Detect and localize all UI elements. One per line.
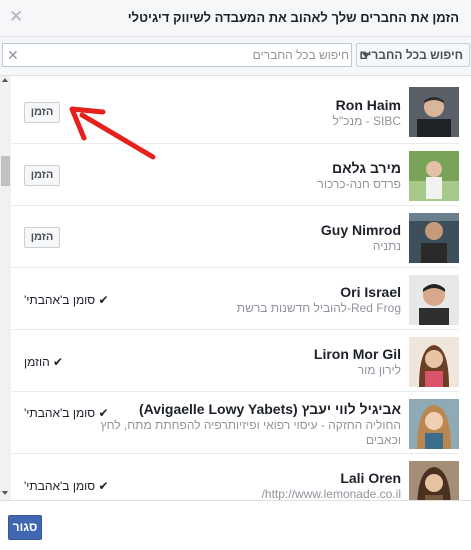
filter-label: חיפוש בכל החברים <box>359 48 463 62</box>
friend-name[interactable]: Liron Mor Gil <box>314 346 401 363</box>
close-button[interactable]: סגור <box>8 515 42 540</box>
avatar <box>409 87 459 137</box>
friend-name[interactable]: Guy Nimrod <box>321 222 401 239</box>
friend-row: Liron Mor Gil לירון מור ✔ הוזמן <box>11 330 459 392</box>
avatar <box>409 461 459 500</box>
dialog-title: הזמן את החברים שלך לאהוב את המעבדה לשיוו… <box>127 10 459 25</box>
friend-subtitle: לירון מור <box>357 363 401 377</box>
friend-subtitle: פרדס חנה-כרכור <box>317 177 401 191</box>
friend-subtitle: נתניה <box>372 239 401 253</box>
friend-name[interactable]: אביגיל לווי יעבץ (Avigaelle Lowy Yabets) <box>81 401 401 418</box>
scrollbar[interactable] <box>0 76 11 500</box>
friend-name[interactable]: Lali Oren <box>262 470 401 487</box>
scroll-up-arrow-icon[interactable] <box>2 78 8 82</box>
liked-status: ✔ סומן ב'אהבתי' <box>24 479 109 493</box>
clear-icon[interactable]: ✕ <box>7 46 19 64</box>
close-icon[interactable]: ✕ <box>9 8 23 26</box>
friend-subtitle: http://www.lemonade.co.il/ <box>261 487 401 500</box>
invite-button[interactable]: הזמן <box>24 227 60 248</box>
filter-toolbar: חיפוש בכל החברים ✕ <box>0 37 471 76</box>
dialog-header: ✕ הזמן את החברים שלך לאהוב את המעבדה לשי… <box>0 0 471 37</box>
liked-status: ✔ סומן ב'אהבתי' <box>24 406 109 420</box>
annotation-arrow-icon <box>69 106 156 160</box>
search-input[interactable] <box>29 46 349 64</box>
avatar <box>409 275 459 325</box>
avatar <box>409 151 459 201</box>
liked-status: ✔ סומן ב'אהבתי' <box>24 293 109 307</box>
avatar <box>409 213 459 263</box>
friends-filter-dropdown[interactable]: חיפוש בכל החברים <box>356 43 470 67</box>
avatar <box>409 399 459 449</box>
scroll-down-arrow-icon[interactable] <box>2 491 8 495</box>
avatar <box>409 337 459 387</box>
friend-info: Ori Israel Red Frog-להוביל חדשנות ברשת <box>237 284 401 316</box>
friend-info: Lali Oren http://www.lemonade.co.il/ <box>262 470 401 500</box>
friend-name[interactable]: Ron Haim <box>332 97 401 114</box>
friend-name[interactable]: מירב גלאם <box>317 160 401 177</box>
friend-subtitle: SIBC - מנכ"ל <box>332 114 401 128</box>
invite-button[interactable]: הזמן <box>24 165 60 186</box>
friend-info: Ron Haim SIBC - מנכ"ל <box>332 97 401 129</box>
caret-down-icon <box>362 53 370 58</box>
friend-subtitle: Red Frog-להוביל חדשנות ברשת <box>236 301 401 315</box>
friend-row: Lali Oren http://www.lemonade.co.il/ ✔ ס… <box>11 454 459 500</box>
friend-info: אביגיל לווי יעבץ (Avigaelle Lowy Yabets)… <box>81 401 401 448</box>
friend-info: Guy Nimrod נתניה <box>321 222 401 254</box>
friend-row: Ori Israel Red Frog-להוביל חדשנות ברשת ✔… <box>11 268 459 330</box>
friend-row: Guy Nimrod נתניה הזמן <box>11 206 459 268</box>
dialog-footer: סגור <box>0 500 471 550</box>
invited-status: ✔ הוזמן <box>24 355 64 369</box>
invite-button[interactable]: הזמן <box>24 102 60 123</box>
friend-subtitle: החוליה החזקה - עיסוי רפואי ופיזיותרפיה ל… <box>100 418 401 447</box>
friend-info: מירב גלאם פרדס חנה-כרכור <box>317 160 401 192</box>
friend-info: Liron Mor Gil לירון מור <box>314 346 401 378</box>
friend-name[interactable]: Ori Israel <box>237 284 401 301</box>
friend-row: אביגיל לווי יעבץ (Avigaelle Lowy Yabets)… <box>11 392 459 454</box>
scrollbar-thumb[interactable] <box>1 156 10 186</box>
search-field[interactable]: ✕ <box>2 43 352 67</box>
